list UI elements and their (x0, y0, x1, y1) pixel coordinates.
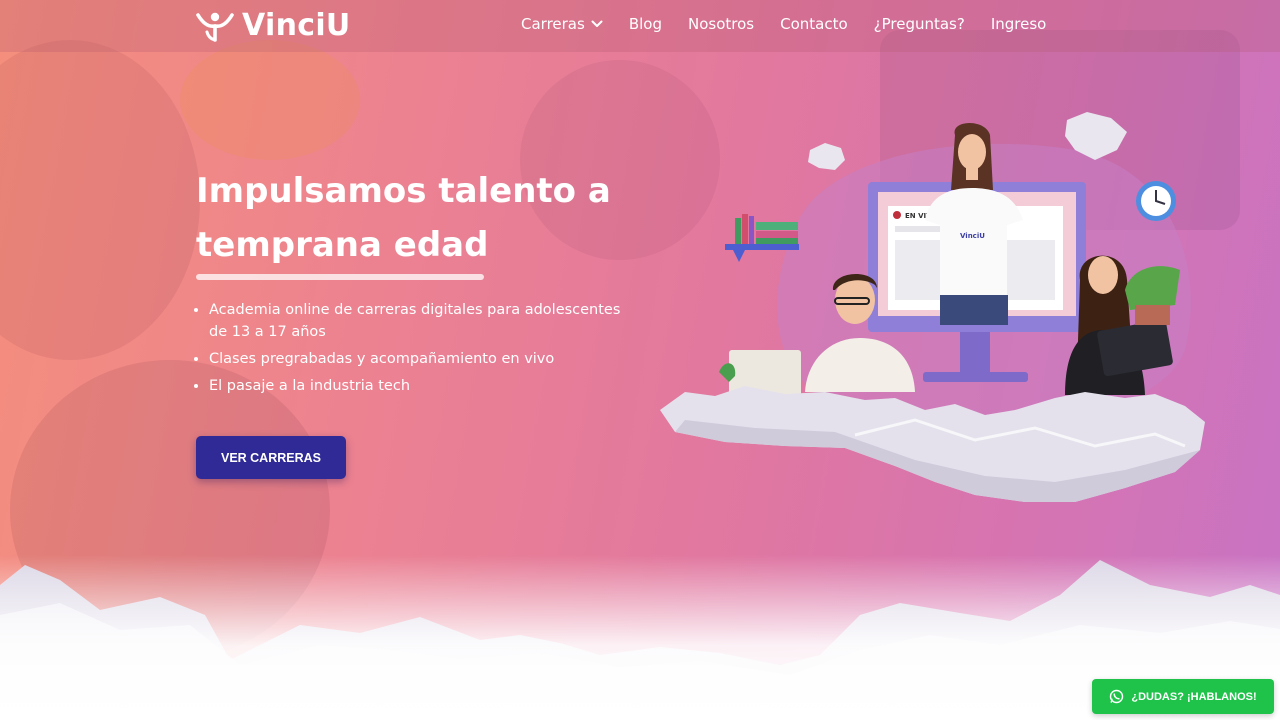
shirt-logo: VinciU (960, 232, 985, 240)
ver-carreras-button[interactable]: VER CARRERAS (196, 436, 346, 479)
nav-item-label: Blog (628, 15, 662, 33)
nav-item-contacto[interactable]: Contacto (780, 15, 848, 33)
background-photo-shape (180, 40, 360, 160)
whatsapp-icon (1110, 689, 1124, 704)
nav-item-blog[interactable]: Blog (629, 15, 662, 33)
hero-bullet: Clases pregrabadas y acompañamiento en v… (193, 348, 623, 370)
brand-name: VinciU (242, 8, 351, 43)
chevron-down-icon (591, 20, 603, 27)
nav-item-label: Carreras (521, 15, 585, 33)
nav-item-preguntas[interactable]: ¿Preguntas? (874, 15, 965, 33)
bottom-clouds (0, 555, 1280, 720)
nav-item-label: Ingreso (990, 15, 1047, 33)
logo-mark-icon (196, 12, 234, 42)
hero-bullet-list: Academia online de carreras digitales pa… (193, 299, 623, 402)
site-header: VinciU Carreras Blog Nosotros Contacto ¿… (0, 0, 1280, 52)
hero-bullet: Academia online de carreras digitales pa… (193, 299, 623, 343)
nav-item-label: ¿Preguntas? (873, 15, 965, 33)
clock-icon (1136, 181, 1176, 221)
nav-item-ingreso[interactable]: Ingreso (991, 15, 1047, 33)
nav-item-label: Contacto (780, 15, 848, 33)
background-photo-shape (0, 40, 200, 360)
nav-item-carreras[interactable]: Carreras (521, 15, 603, 33)
whatsapp-label: ¿DUDAS? ¡HABLANOS! (1131, 690, 1257, 703)
nav-item-nosotros[interactable]: Nosotros (688, 15, 754, 33)
hero-bullet: El pasaje a la industria tech (193, 375, 623, 397)
hero-title-line: Impulsamos talento a (196, 171, 611, 211)
hero-title-line: temprana edad (196, 225, 489, 265)
whatsapp-button[interactable]: ¿DUDAS? ¡HABLANOS! (1092, 679, 1274, 714)
nav-item-label: Nosotros (687, 15, 755, 33)
hero-title: Impulsamos talento a temprana edad (196, 164, 636, 272)
main-nav: Carreras Blog Nosotros Contacto ¿Pregunt… (521, 15, 1046, 33)
brand-logo[interactable]: VinciU (196, 8, 351, 43)
hero-illustration: EN VIVO VinciU (660, 112, 1205, 502)
title-underline (196, 274, 484, 280)
